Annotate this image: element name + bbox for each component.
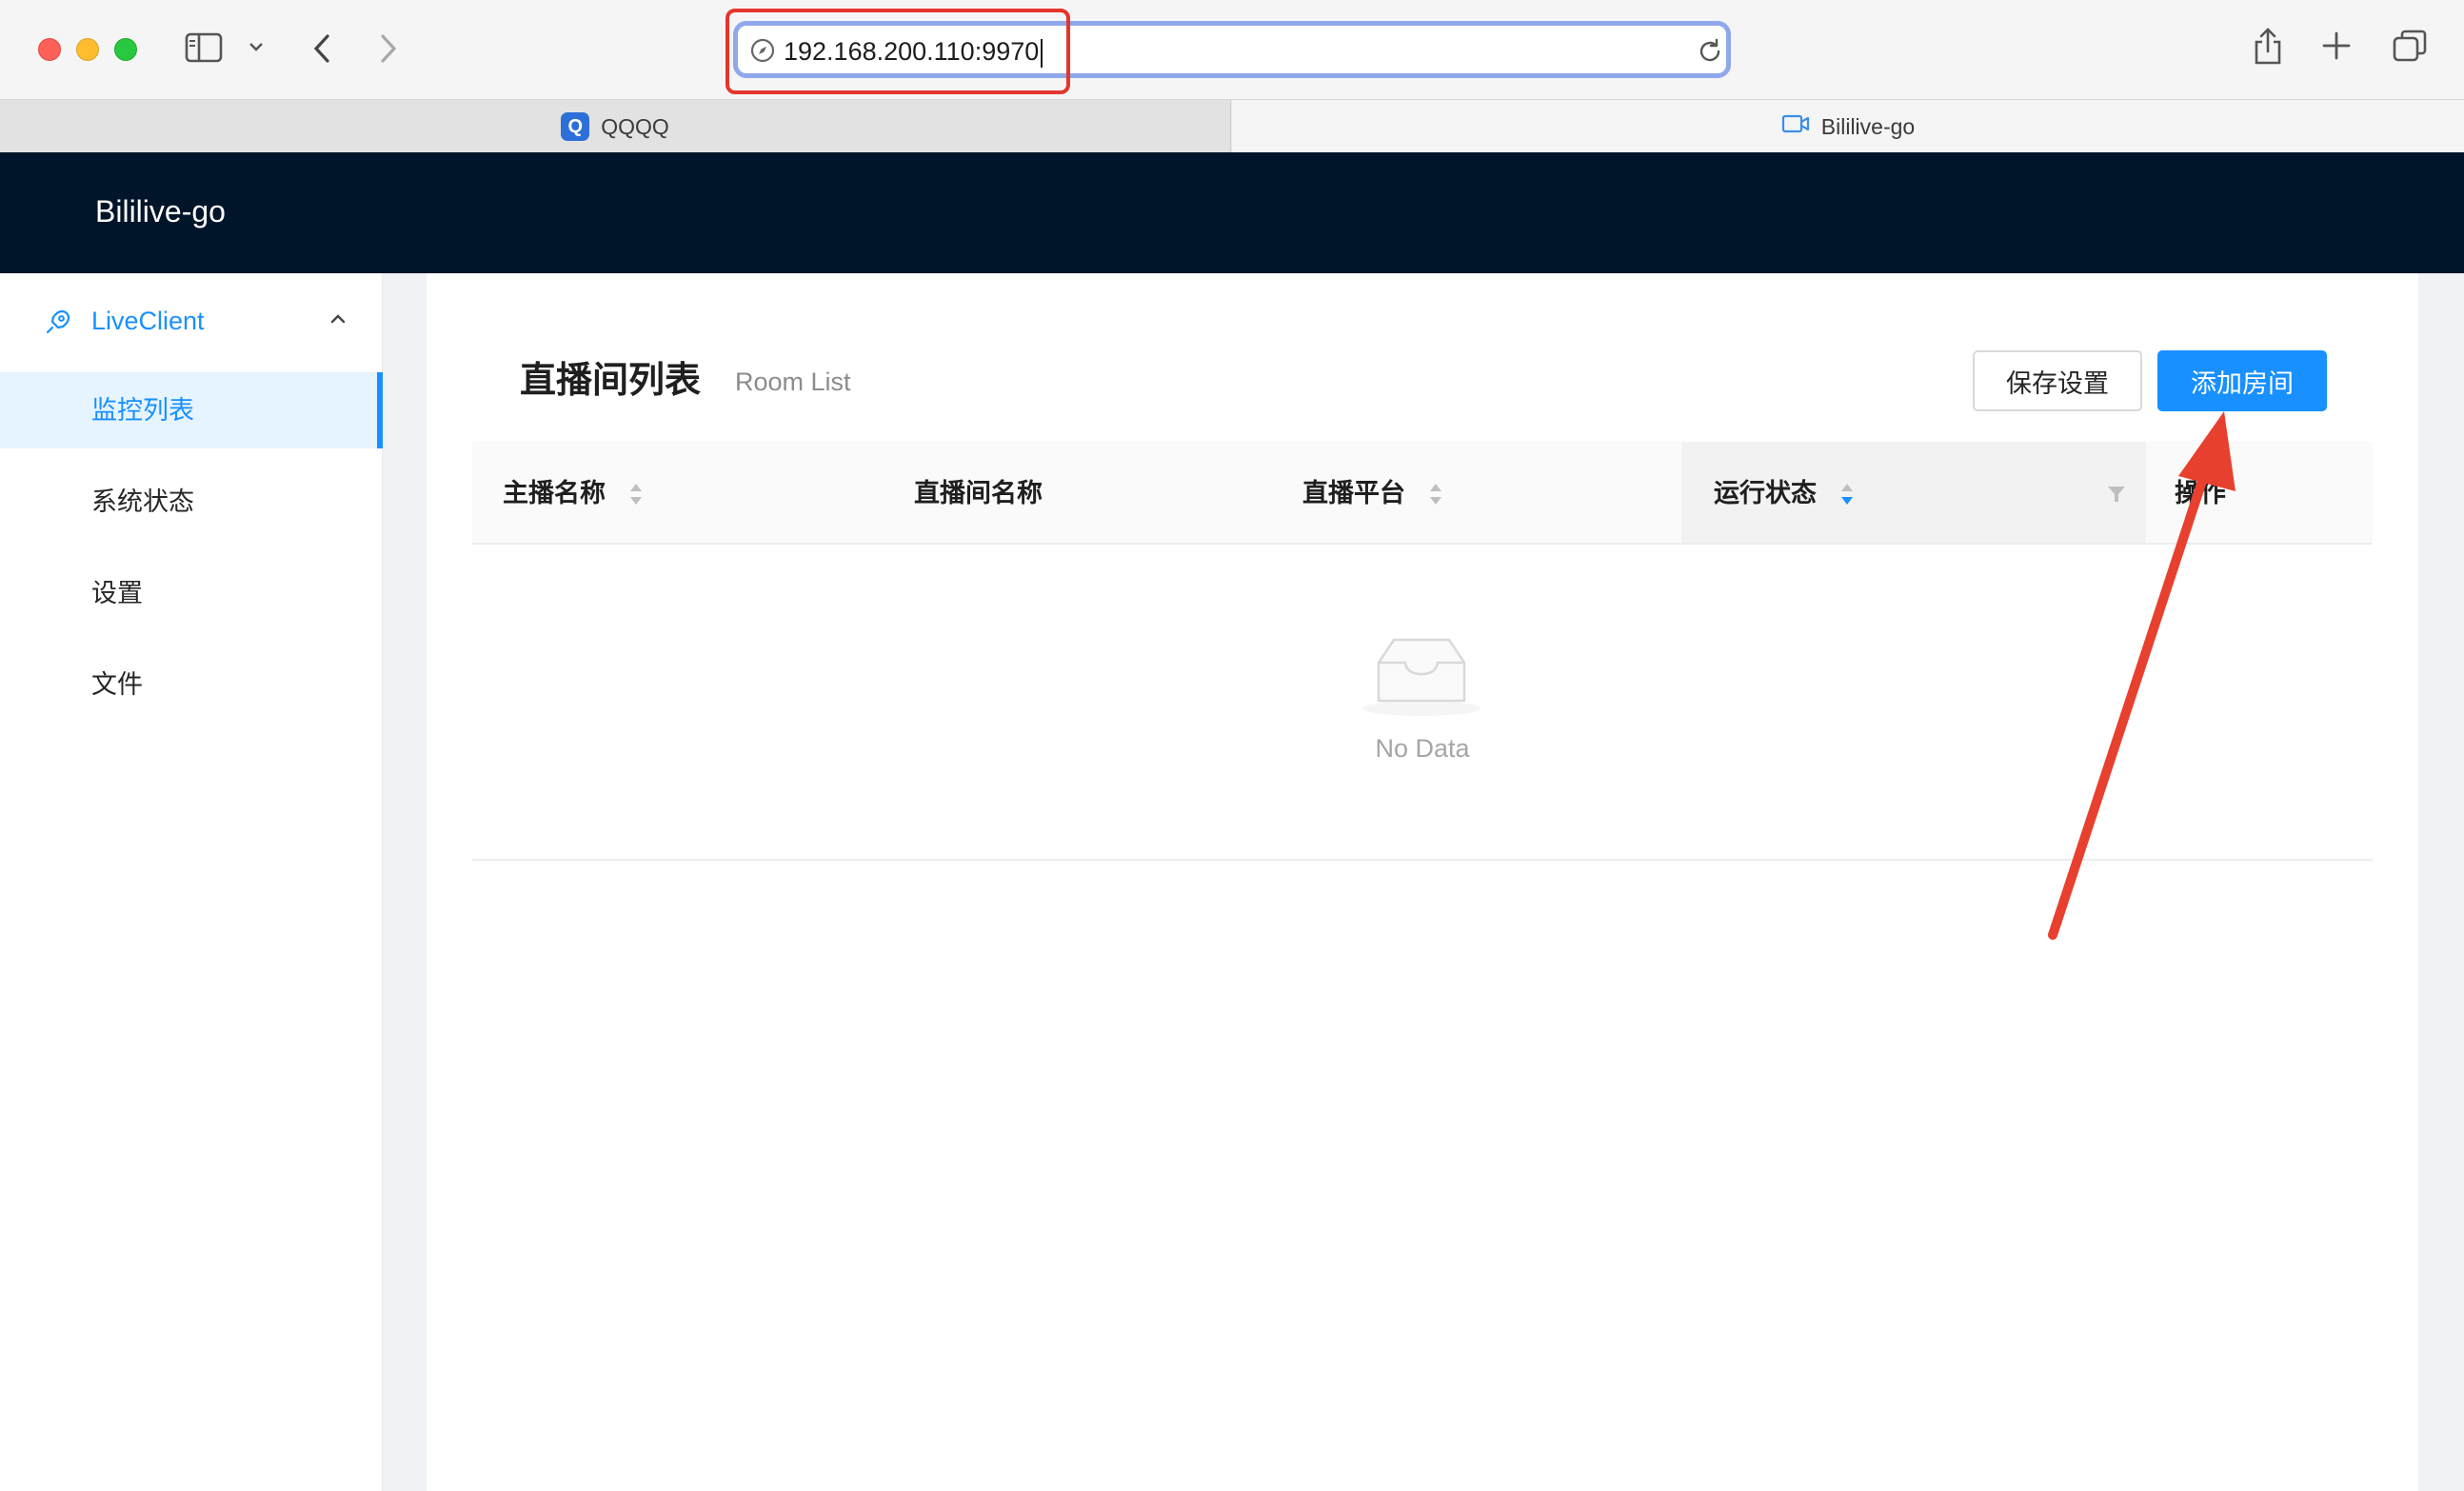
window-close-button[interactable] — [38, 38, 61, 61]
video-camera-icon — [1781, 113, 1810, 140]
browser-toolbar: 192.168.200.110:9970 — [0, 0, 2464, 99]
back-icon[interactable] — [310, 32, 333, 65]
save-settings-button[interactable]: 保存设置 — [1973, 350, 2142, 411]
app-header: Bililive-go — [0, 152, 2464, 273]
tab-label: Bililive-go — [1820, 113, 1916, 139]
sidebar-item-label: 系统状态 — [91, 487, 194, 516]
rocket-icon — [44, 308, 72, 341]
sidebar-item-label: 文件 — [91, 670, 143, 699]
sidebar-item-label: 监控列表 — [91, 396, 194, 425]
q-app-icon: Q — [561, 112, 590, 141]
share-icon[interactable] — [2253, 27, 2283, 67]
browser-tab-bililive[interactable]: Bililive-go — [1232, 100, 2464, 153]
chevron-down-icon[interactable] — [248, 40, 265, 53]
column-header-streamer-name[interactable]: 主播名称 — [503, 476, 606, 510]
forward-icon[interactable] — [377, 32, 400, 65]
sidebar-item-monitor-list[interactable]: 监控列表 — [0, 372, 383, 448]
chevron-up-icon[interactable] — [328, 311, 348, 331]
tab-label: QQQQ — [601, 113, 669, 139]
column-header-room-name: 直播间名称 — [914, 479, 1043, 507]
window-minimize-button[interactable] — [76, 38, 99, 61]
sidebar-group-liveclient[interactable]: LiveClient — [0, 292, 383, 349]
empty-inbox-icon — [1362, 638, 1480, 716]
window-zoom-button[interactable] — [114, 38, 137, 61]
tab-strip: Q QQQQ Bililive-go — [0, 99, 2464, 153]
column-header-platform[interactable]: 直播平台 — [1302, 476, 1405, 510]
browser-tab-qqqq[interactable]: Q QQQQ — [0, 100, 1231, 153]
annotation-arrow — [2048, 411, 2235, 940]
column-header-run-status[interactable]: 运行状态 — [1714, 476, 1817, 510]
sort-icon[interactable] — [628, 481, 644, 507]
sidebar-item-system-status[interactable]: 系统状态 — [0, 464, 383, 540]
page-subtitle: Room List — [735, 368, 851, 396]
add-room-button[interactable]: 添加房间 — [2157, 350, 2327, 411]
sidebar-item-settings[interactable]: 设置 — [0, 555, 383, 631]
empty-text: No Data — [1375, 734, 1470, 763]
page-title: 直播间列表 — [520, 361, 702, 401]
tab-overview-icon[interactable] — [2392, 29, 2428, 63]
sort-icon[interactable] — [1839, 481, 1855, 507]
app-title: Bililive-go — [95, 194, 226, 229]
sidebar-group-label: LiveClient — [91, 307, 205, 335]
sidebar-item-label: 设置 — [91, 579, 143, 607]
sidebar-item-files[interactable]: 文件 — [0, 646, 383, 723]
sidebar-toggle-icon[interactable] — [185, 32, 223, 63]
new-tab-icon[interactable] — [2321, 30, 2352, 61]
sort-icon[interactable] — [1428, 481, 1443, 507]
reload-icon[interactable] — [1696, 37, 1724, 66]
sidebar: LiveClient 监控列表 系统状态 设置 文件 — [0, 273, 383, 1491]
address-annotation-box — [725, 9, 1070, 94]
